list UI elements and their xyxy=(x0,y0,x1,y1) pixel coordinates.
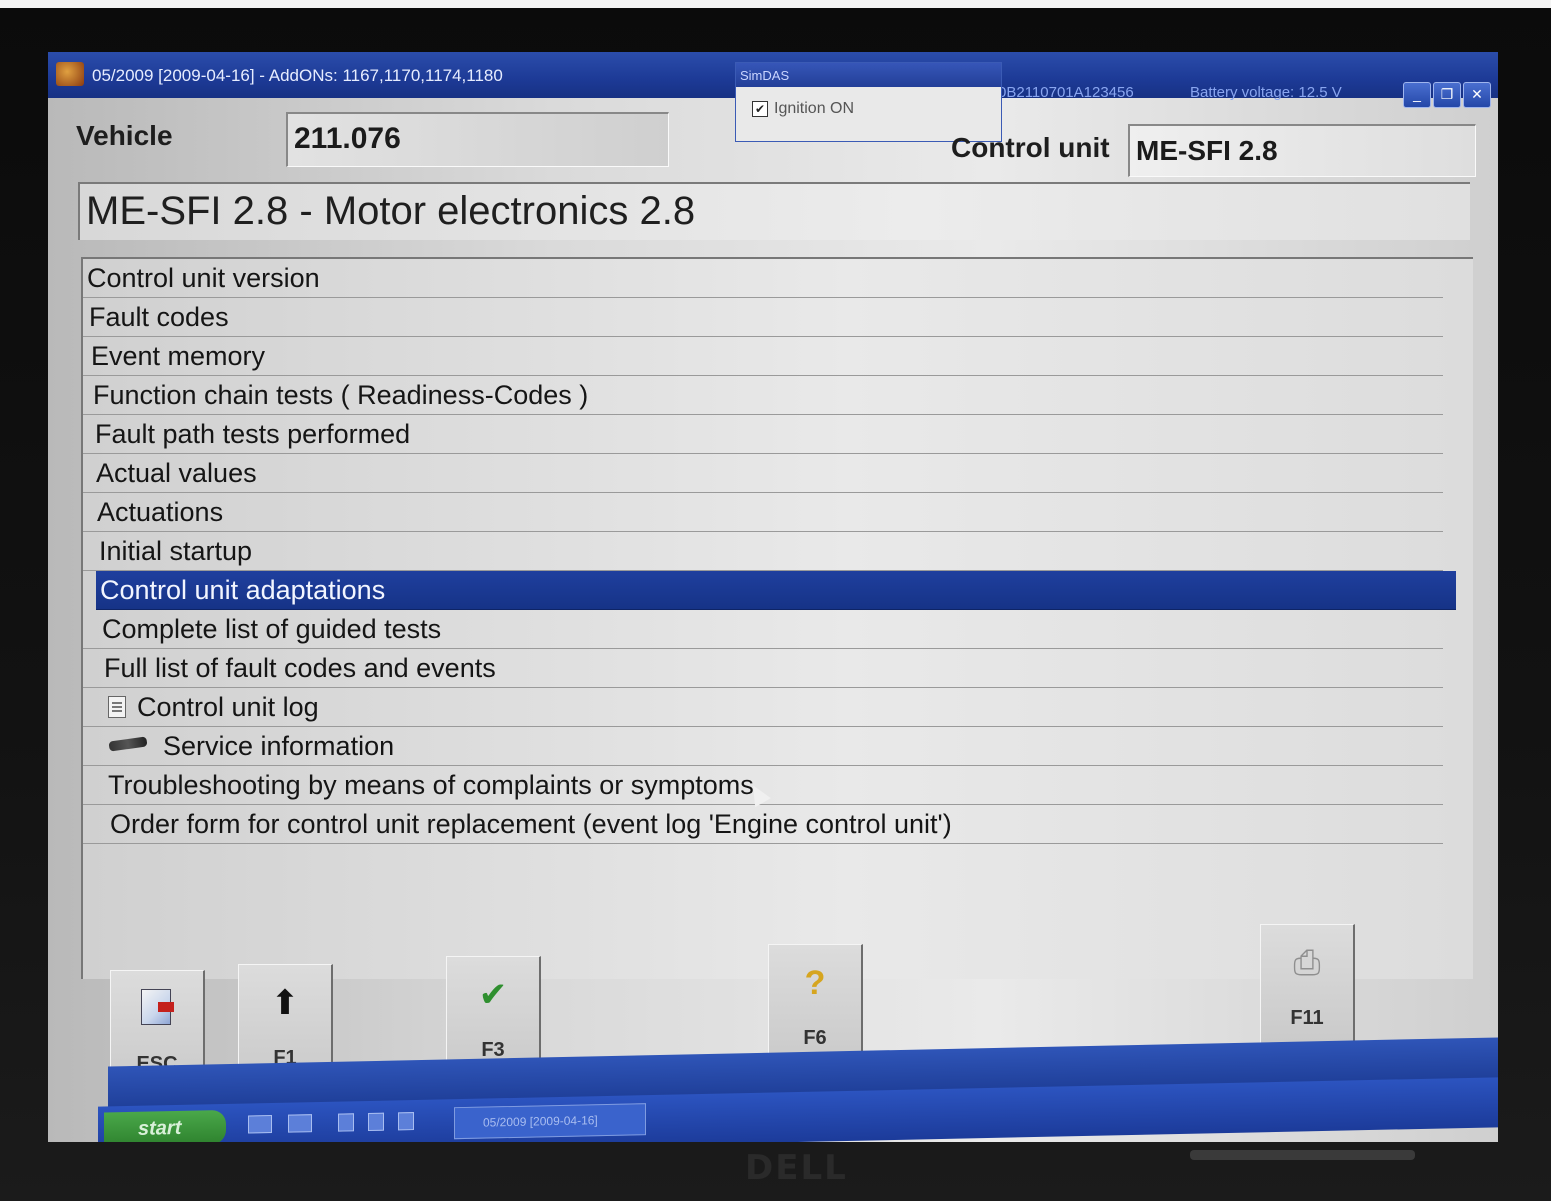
wrench-icon xyxy=(108,736,148,752)
battery-voltage: Battery voltage: 12.5 V xyxy=(1190,84,1342,101)
restore-icon: ❐ xyxy=(1440,86,1454,102)
vehicle-value: 211.076 xyxy=(294,122,401,155)
minimize-icon: _ xyxy=(1413,86,1421,102)
menu-item-label: Event memory xyxy=(91,341,266,371)
menu-item-initial-startup[interactable]: Initial startup xyxy=(83,532,1443,571)
menu-item-actual-values[interactable]: Actual values xyxy=(83,454,1443,493)
vin-info: 0B2110701A123456 xyxy=(998,84,1134,101)
start-label: start xyxy=(138,1116,182,1140)
menu-item-guided-tests[interactable]: Complete list of guided tests xyxy=(83,610,1443,649)
menu-item-label: Full list of fault codes and events xyxy=(104,653,496,683)
app-icon xyxy=(56,62,84,86)
menu-item-label: Control unit log xyxy=(137,692,319,722)
menu-item-label: Function chain tests ( Readiness-Codes ) xyxy=(93,380,589,410)
vehicle-label: Vehicle xyxy=(76,120,173,151)
menu-item-label: Actuations xyxy=(97,497,224,527)
keypad-icon[interactable] xyxy=(288,1114,312,1133)
menu-item-service-information[interactable]: Service information xyxy=(83,727,1443,766)
menu-item-label: Fault codes xyxy=(89,302,229,332)
taskbar-item-das[interactable]: 05/2009 [2009-04-16] xyxy=(454,1103,646,1140)
menu-item-control-unit-log[interactable]: Control unit log xyxy=(83,688,1443,727)
menu-item-label: Service information xyxy=(163,731,395,761)
window-title: 05/2009 [2009-04-16] - AddONs: 1167,1170… xyxy=(92,66,503,85)
module-title-text: ME-SFI 2.8 - Motor electronics 2.8 xyxy=(86,189,696,233)
keyboard-icon[interactable] xyxy=(248,1115,272,1134)
control-unit-label: Control unit xyxy=(951,132,1110,163)
menu-item-actuations[interactable]: Actuations xyxy=(83,493,1443,532)
menu-item-label: Control unit adaptations xyxy=(100,575,386,605)
menu-item-label: Fault path tests performed xyxy=(95,419,411,449)
maximize-button[interactable]: ❐ xyxy=(1433,82,1461,108)
menu-item-event-memory[interactable]: Event memory xyxy=(83,337,1443,376)
menu-item-label: Control unit version xyxy=(87,263,320,293)
ignition-checkbox[interactable]: ✔ xyxy=(752,101,768,117)
arrow-up-icon: ⬆ xyxy=(270,984,300,1022)
photo-top-edge xyxy=(0,0,1551,8)
simdas-popup: SimDAS ✔ Ignition ON xyxy=(735,62,1002,142)
printer-icon: ⎙ xyxy=(1293,944,1321,982)
menu-item-control-unit-version[interactable]: Control unit version xyxy=(83,259,1443,298)
menu-item-function-chain-tests[interactable]: Function chain tests ( Readiness-Codes ) xyxy=(83,376,1443,415)
vehicle-field: 211.076 xyxy=(286,112,669,167)
menu-item-label: Troubleshooting by means of complaints o… xyxy=(108,770,754,800)
menu-item-order-form[interactable]: Order form for control unit replacement … xyxy=(83,805,1443,844)
monitor-bezel-slot xyxy=(1190,1150,1415,1160)
menu-item-control-unit-adaptations[interactable]: Control unit adaptations xyxy=(96,571,1456,610)
minimize-button[interactable]: _ xyxy=(1403,82,1431,108)
checkmark-icon: ✔ xyxy=(478,976,508,1014)
menu-item-fault-codes[interactable]: Fault codes xyxy=(83,298,1443,337)
menu-item-label: Actual values xyxy=(96,458,257,488)
quicklaunch-icon[interactable] xyxy=(368,1112,384,1132)
f11-button[interactable]: ⎙ F11 xyxy=(1260,924,1355,1045)
start-button[interactable]: start xyxy=(104,1109,226,1142)
simdas-title: SimDAS xyxy=(740,68,790,83)
control-unit-value: ME-SFI 2.8 xyxy=(1136,135,1278,166)
menu-item-label: Order form for control unit replacement … xyxy=(110,809,952,839)
taskbar-item-label: 05/2009 [2009-04-16] xyxy=(483,1113,598,1130)
ignition-label: Ignition ON xyxy=(774,100,855,117)
monitor-brand-logo: DELL xyxy=(745,1148,848,1188)
exit-door-icon xyxy=(141,989,174,1025)
f11-label: F11 xyxy=(1290,1007,1324,1029)
f6-button[interactable]: ? F6 xyxy=(768,944,863,1065)
menu-item-full-fault-list[interactable]: Full list of fault codes and events xyxy=(83,649,1443,688)
screen: 05/2009 [2009-04-16] - AddONs: 1167,1170… xyxy=(48,52,1498,1142)
menu-item-label: Initial startup xyxy=(99,536,253,566)
menu-list: Control unit version Fault codes Event m… xyxy=(81,257,1473,979)
simdas-titlebar[interactable]: SimDAS xyxy=(736,63,1001,87)
menu-item-fault-path-tests[interactable]: Fault path tests performed xyxy=(83,415,1443,454)
menu-item-label: Complete list of guided tests xyxy=(102,614,442,644)
quicklaunch-icon[interactable] xyxy=(338,1113,354,1132)
control-unit-field: ME-SFI 2.8 xyxy=(1128,124,1476,177)
f6-label: F6 xyxy=(803,1027,827,1049)
close-icon: ✕ xyxy=(1471,86,1483,102)
close-button[interactable]: ✕ xyxy=(1463,82,1491,108)
help-question-icon: ? xyxy=(804,964,826,1002)
document-icon xyxy=(108,696,126,718)
quicklaunch-icon[interactable] xyxy=(398,1112,414,1131)
module-title: ME-SFI 2.8 - Motor electronics 2.8 xyxy=(78,182,1470,240)
